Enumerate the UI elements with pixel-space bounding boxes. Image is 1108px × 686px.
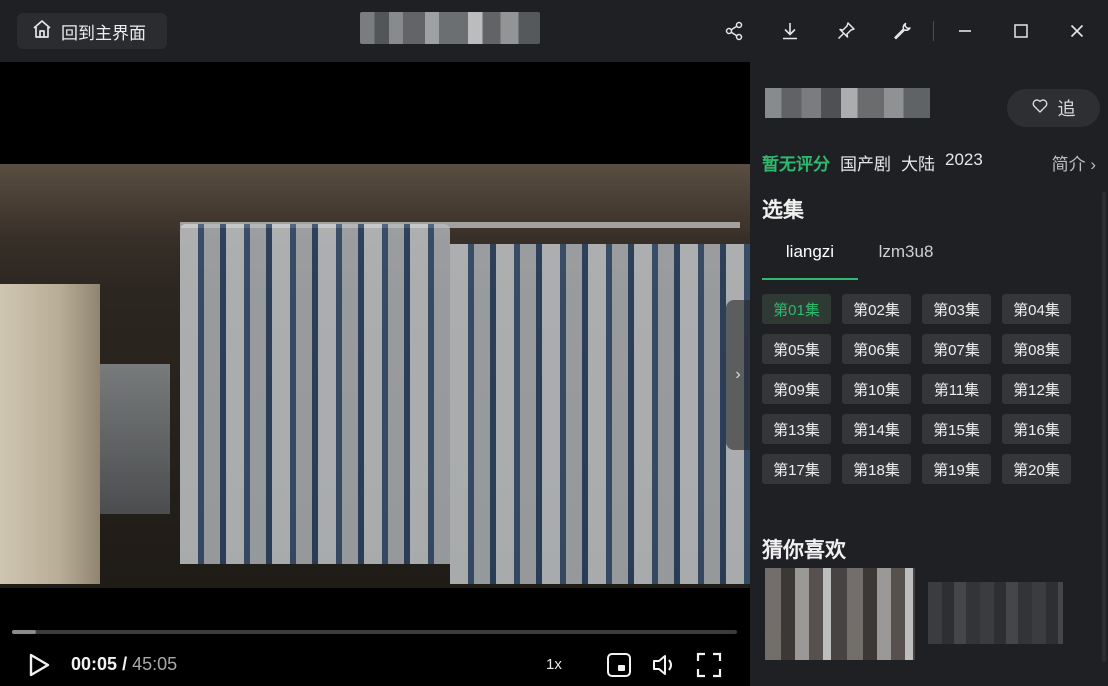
- episode-button[interactable]: 第13集: [762, 414, 831, 444]
- play-button[interactable]: [26, 652, 52, 683]
- episode-button[interactable]: 第03集: [922, 294, 991, 324]
- progress-bar[interactable]: [12, 630, 737, 634]
- side-panel: 追 暂无评分 国产剧 大陆 2023 简介 › 选集 liangzi lzm3u8…: [750, 62, 1108, 686]
- intro-link[interactable]: 简介 ›: [1052, 150, 1096, 175]
- back-to-home-button[interactable]: 回到主界面: [17, 13, 167, 49]
- player-controls: 00:05 / 45:05 1x: [0, 644, 750, 686]
- rating-text: 暂无评分: [762, 155, 830, 174]
- episode-button[interactable]: 第07集: [922, 334, 991, 364]
- current-time: 00:05: [71, 654, 118, 674]
- title-bar: 回到主界面: [0, 0, 1108, 62]
- episode-button[interactable]: 第16集: [1002, 414, 1071, 444]
- episode-button[interactable]: 第15集: [922, 414, 991, 444]
- source-tabs: liangzi lzm3u8: [762, 234, 954, 280]
- source-tab-liangzi[interactable]: liangzi: [762, 234, 858, 280]
- duration: 45:05: [132, 654, 178, 674]
- episode-button[interactable]: 第04集: [1002, 294, 1071, 324]
- heart-icon: [1032, 98, 1048, 119]
- source-tab-lzm3u8[interactable]: lzm3u8: [858, 234, 954, 280]
- time-separator: /: [122, 654, 128, 674]
- video-frame: [0, 164, 750, 588]
- episode-button[interactable]: 第10集: [842, 374, 911, 404]
- episodes-heading: 选集: [762, 199, 804, 222]
- episode-button[interactable]: 第19集: [922, 454, 991, 484]
- region-tag: 大陆: [901, 155, 935, 174]
- intro-label: 简介: [1051, 155, 1086, 174]
- progress-fill: [12, 630, 36, 634]
- chevron-right-icon: ›: [735, 366, 741, 383]
- episode-button[interactable]: 第05集: [762, 334, 831, 364]
- download-icon[interactable]: [773, 14, 807, 48]
- minimize-icon[interactable]: [948, 14, 982, 48]
- picture-in-picture-icon[interactable]: [606, 652, 632, 683]
- episode-button[interactable]: 第14集: [842, 414, 911, 444]
- time-display: 00:05 / 45:05: [71, 654, 177, 675]
- home-icon: [31, 18, 53, 45]
- genre-tag: 国产剧: [840, 155, 891, 174]
- titlebar-divider: [933, 21, 934, 41]
- maximize-icon[interactable]: [1004, 14, 1038, 48]
- episode-button[interactable]: 第20集: [1002, 454, 1071, 484]
- video-player[interactable]: › 00:05 / 45:05 1x: [0, 62, 750, 686]
- volume-icon[interactable]: [651, 652, 677, 683]
- episode-button[interactable]: 第09集: [762, 374, 831, 404]
- episode-button[interactable]: 第11集: [922, 374, 991, 404]
- year-tag: 2023: [945, 150, 983, 169]
- recommend-title-blurred[interactable]: [928, 582, 1063, 644]
- share-icon[interactable]: [717, 14, 751, 48]
- episode-button[interactable]: 第18集: [842, 454, 911, 484]
- home-button-label: 回到主界面: [61, 23, 146, 43]
- episode-button[interactable]: 第02集: [842, 294, 911, 324]
- blurred-window-title: [360, 12, 540, 44]
- episode-button[interactable]: 第08集: [1002, 334, 1071, 364]
- pin-icon[interactable]: [829, 14, 863, 48]
- chevron-right-icon: ›: [1090, 155, 1096, 174]
- panel-scrollbar[interactable]: [1102, 192, 1106, 662]
- blurred-show-title: [765, 88, 930, 118]
- follow-label: 追: [1057, 99, 1076, 119]
- recommend-thumbnail[interactable]: [765, 568, 915, 660]
- episode-button[interactable]: 第01集: [762, 294, 831, 324]
- fullscreen-icon[interactable]: [696, 652, 722, 683]
- episode-button[interactable]: 第06集: [842, 334, 911, 364]
- playback-speed-button[interactable]: 1x: [546, 656, 562, 673]
- recommend-heading: 猜你喜欢: [762, 539, 846, 562]
- episode-grid: 第01集 第02集 第03集 第04集第05集 第06集 第07集 第08集第09集 第10集…: [762, 294, 1071, 484]
- show-meta: 暂无评分 国产剧 大陆 2023: [762, 150, 983, 175]
- wrench-icon[interactable]: [885, 14, 919, 48]
- episode-button[interactable]: 第12集: [1002, 374, 1071, 404]
- follow-button[interactable]: 追: [1007, 89, 1100, 127]
- close-icon[interactable]: [1060, 14, 1094, 48]
- episode-button[interactable]: 第17集: [762, 454, 831, 484]
- expand-panel-handle[interactable]: ›: [726, 300, 750, 450]
